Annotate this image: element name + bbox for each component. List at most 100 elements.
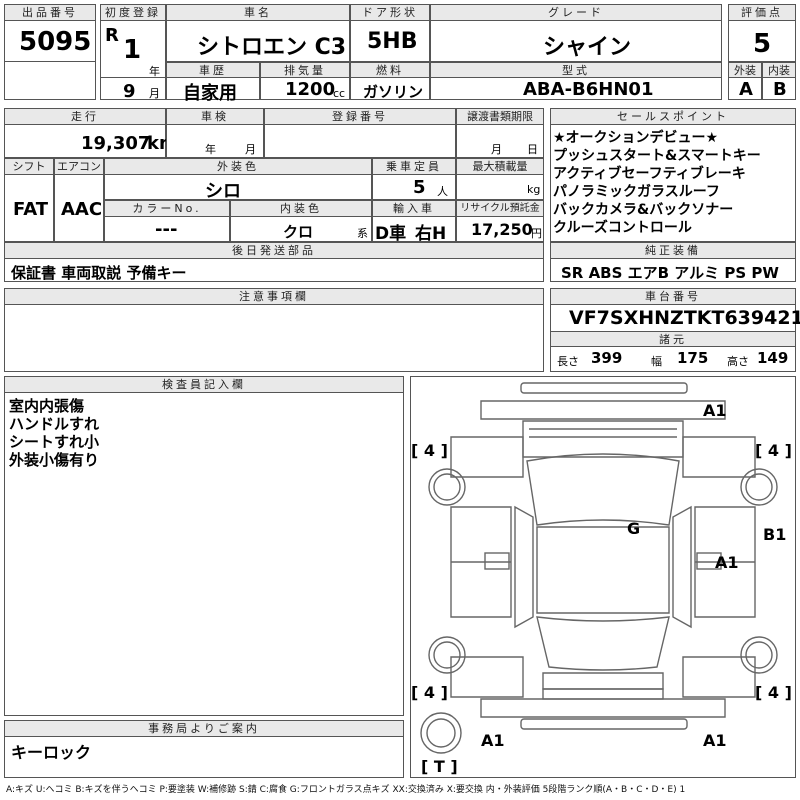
width-label: 幅 — [651, 355, 662, 368]
inspector-header: 検査員記入欄 — [4, 376, 404, 393]
max-load-header: 最大積載量 — [456, 158, 544, 175]
inspection-month-unit: 月 — [245, 143, 256, 156]
model-code-header: 型式 — [430, 62, 722, 78]
inspection-year-unit: 年 — [205, 143, 216, 156]
registration-box: 登録番号 — [264, 108, 456, 158]
import-type: D車 — [375, 224, 407, 244]
inspector-note-4: 外装小傷有り — [9, 451, 100, 469]
fuel-box: 燃料 ガソリン — [350, 62, 430, 101]
sales-point-3: アクティブセーフティブレーキ — [553, 166, 746, 182]
history-box: 車歴 自家用 — [166, 62, 260, 104]
door-box: ドア形状 5HB — [350, 4, 430, 62]
sales-point-2: プッシュスタート&スマートキー — [553, 148, 761, 164]
office-box: 事務局よりご案内 キーロック — [4, 720, 404, 778]
mark-rear-right: A1 — [703, 731, 727, 750]
notes-box: 注意事項欄 — [4, 288, 544, 372]
mileage-header: 走行 — [4, 108, 166, 125]
office-header: 事務局よりご案内 — [4, 720, 404, 737]
auction-no-header: 出品番号 — [4, 4, 96, 21]
score-header: 評価点 — [728, 4, 796, 21]
sales-point-1: ★オークションデビュー★ — [553, 130, 719, 146]
post-parts: 保証書 車両取説 予備キー — [11, 264, 187, 282]
first-reg-header: 初度登録 — [100, 4, 166, 21]
transfer-month-unit: 月 — [491, 143, 502, 156]
mark-tire-rr: [ 4 ] — [755, 683, 792, 702]
load-unit: kg — [527, 183, 541, 196]
door-header: ドア形状 — [350, 4, 430, 21]
damage-diagram: A1 [ 4 ] [ 4 ] G B1 A1 [ 4 ] [ 4 ] A1 A1… — [410, 376, 796, 778]
color-no-header: カラーNo. — [104, 200, 230, 217]
mark-front-right: A1 — [703, 401, 727, 420]
first-registration-box: 初度登録 R 1 年 9 月 — [100, 4, 166, 102]
sales-point-5: バックカメラ&バックソナー — [553, 202, 734, 218]
exterior-header: 外装 — [728, 62, 762, 78]
exterior-grade-box: 外装 A — [728, 62, 762, 100]
displacement-box: 排気量 1200 cc — [260, 62, 350, 100]
specs-header: 諸元 — [550, 331, 796, 347]
capacity-header: 乗車定員 — [372, 158, 456, 175]
score-box: 評価点 5 — [728, 4, 796, 62]
color-no: --- — [155, 219, 178, 240]
height-label: 高さ — [727, 355, 749, 368]
reg-month: 9 — [123, 81, 136, 102]
post-parts-header: 後日発送部品 — [4, 242, 544, 259]
shift: FAT — [13, 199, 49, 220]
sales-points-box: セールスポイント ★オークションデビュー★ プッシュスタート&スマートキー アク… — [550, 108, 796, 242]
width: 175 — [677, 349, 709, 367]
interior-grade-box: 内装 B — [762, 62, 796, 100]
import-header: 輸入車 — [372, 200, 456, 217]
auction-no-box: 出品番号 5095 — [4, 4, 96, 100]
int-color: クロ — [283, 223, 314, 241]
door-type: 5HB — [367, 29, 418, 54]
length-label: 長さ — [557, 355, 579, 368]
aircon: AAC — [61, 199, 103, 220]
ext-color-header: 外装色 — [104, 158, 372, 175]
int-color-suffix: 系 — [357, 227, 368, 240]
grade-header: グレード — [430, 4, 722, 21]
chassis-box: 車台番号 VF7SXHNZTKT639421 諸元 長さ 399 幅 175 高… — [550, 288, 800, 372]
mark-tire-fl: [ 4 ] — [411, 441, 448, 460]
post-parts-box: 後日発送部品 保証書 車両取説 予備キー — [4, 242, 544, 282]
max-load-box: 最大積載量 kg — [456, 158, 544, 200]
sales-point-6: クルーズコントロール — [553, 220, 692, 236]
reg-year: 1 — [123, 35, 142, 65]
mark-trunk: [ T ] — [421, 757, 458, 776]
registration-header: 登録番号 — [264, 108, 456, 125]
office-note: キーロック — [11, 743, 92, 762]
car-name-header: 車名 — [166, 4, 350, 21]
displacement-unit: cc — [333, 87, 346, 100]
length: 399 — [591, 349, 623, 367]
int-color-header: 内装色 — [230, 200, 372, 217]
chassis-number: VF7SXHNZTKT639421 — [569, 307, 800, 329]
handle-side: 右H — [415, 224, 447, 244]
transfer-doc-box: 譲渡書類期限 月 日 — [456, 108, 544, 158]
standard-equip-header: 純正装備 — [550, 242, 796, 259]
score: 5 — [753, 29, 772, 59]
sales-points-header: セールスポイント — [550, 108, 796, 125]
recycle-fee: 17,250 — [471, 220, 533, 239]
recycle-header: リサイクル預託金 — [456, 200, 544, 217]
inspection-box: 車検 年 月 — [166, 108, 264, 158]
color-no-box: カラーNo. --- — [104, 200, 230, 242]
fuel: ガソリン — [363, 83, 424, 101]
displacement: 1200 — [285, 79, 336, 100]
transfer-doc-header: 譲渡書類期限 — [456, 108, 544, 125]
inspection-header: 車検 — [166, 108, 264, 125]
grade: シャイン — [543, 35, 632, 60]
notes-header: 注意事項欄 — [4, 288, 544, 305]
shift-header: シフト — [4, 158, 54, 175]
standard-equip-box: 純正装備 SR ABS エアB アルミ PS PW — [550, 242, 796, 282]
interior-grade: B — [773, 79, 787, 100]
history: 自家用 — [183, 83, 237, 104]
aircon-box: エアコン AAC — [54, 158, 104, 242]
capacity: 5 — [413, 177, 426, 198]
exterior-grade: A — [739, 79, 753, 100]
model-code: ABA-B6HN01 — [523, 79, 654, 100]
interior-header: 内装 — [762, 62, 796, 78]
import-box: 輸入車 D車 右H — [372, 200, 456, 244]
fuel-header: 燃料 — [350, 62, 430, 78]
shift-box: シフト FAT — [4, 158, 54, 242]
history-header: 車歴 — [166, 62, 260, 78]
ext-color-box: 外装色 シロ — [104, 158, 372, 202]
capacity-unit: 人 — [437, 185, 448, 198]
